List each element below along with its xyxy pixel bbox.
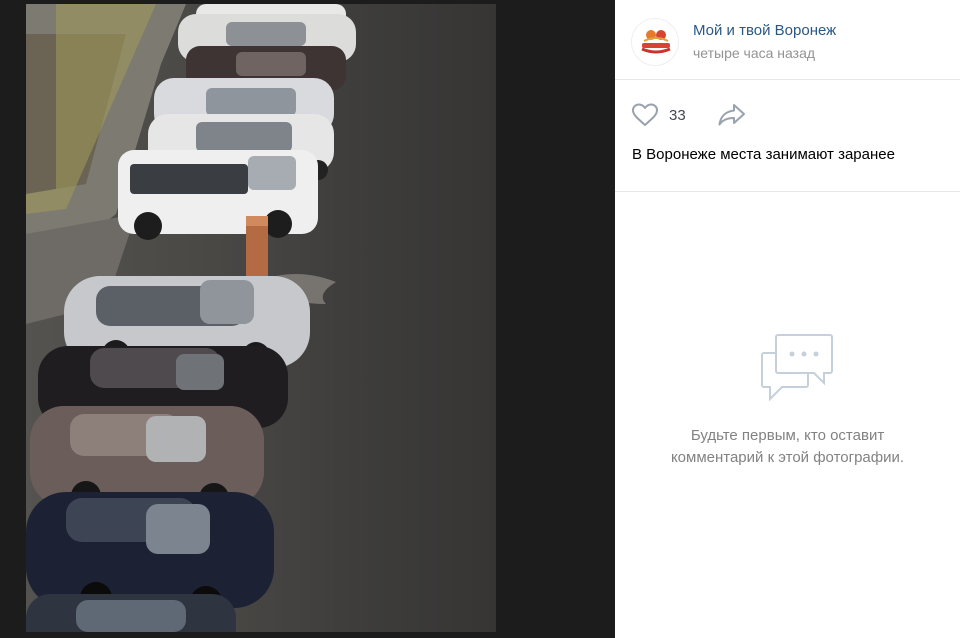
comment-bubbles-icon xyxy=(761,334,833,401)
community-avatar[interactable] xyxy=(631,18,679,66)
empty-comments-line-1: Будьте первым, кто оставит xyxy=(690,427,885,444)
post-actions: 33 В Воронеже места занимают заранее xyxy=(615,80,960,192)
post-sidebar: Мой и твой Воронеж четыре часа назад 33 … xyxy=(615,0,960,638)
parking-lot-photo xyxy=(26,4,356,632)
author-name-link[interactable]: Мой и твой Воронеж xyxy=(693,22,836,39)
like-count: 33 xyxy=(669,106,686,124)
empty-comments-message: Будьте первым, кто оставит комментарий к… xyxy=(615,425,960,469)
heart-outline-icon xyxy=(632,103,658,126)
share-arrow-icon xyxy=(718,104,745,126)
post-caption: В Воронеже места занимают заранее xyxy=(632,146,895,163)
share-button[interactable] xyxy=(717,102,747,128)
community-logo xyxy=(641,30,671,54)
comments-empty-state: Будьте первым, кто оставит комментарий к… xyxy=(615,193,960,638)
post-time[interactable]: четыре часа назад xyxy=(693,45,815,61)
empty-comments-line-2: комментарий к этой фотографии. xyxy=(670,449,905,466)
post-header: Мой и твой Воронеж четыре часа назад xyxy=(615,0,960,80)
post-photo[interactable] xyxy=(26,4,496,632)
like-button[interactable]: 33 xyxy=(631,102,686,128)
car-white-suv xyxy=(118,150,318,240)
photo-viewer xyxy=(0,0,615,638)
car-partial-bottom xyxy=(26,594,236,632)
